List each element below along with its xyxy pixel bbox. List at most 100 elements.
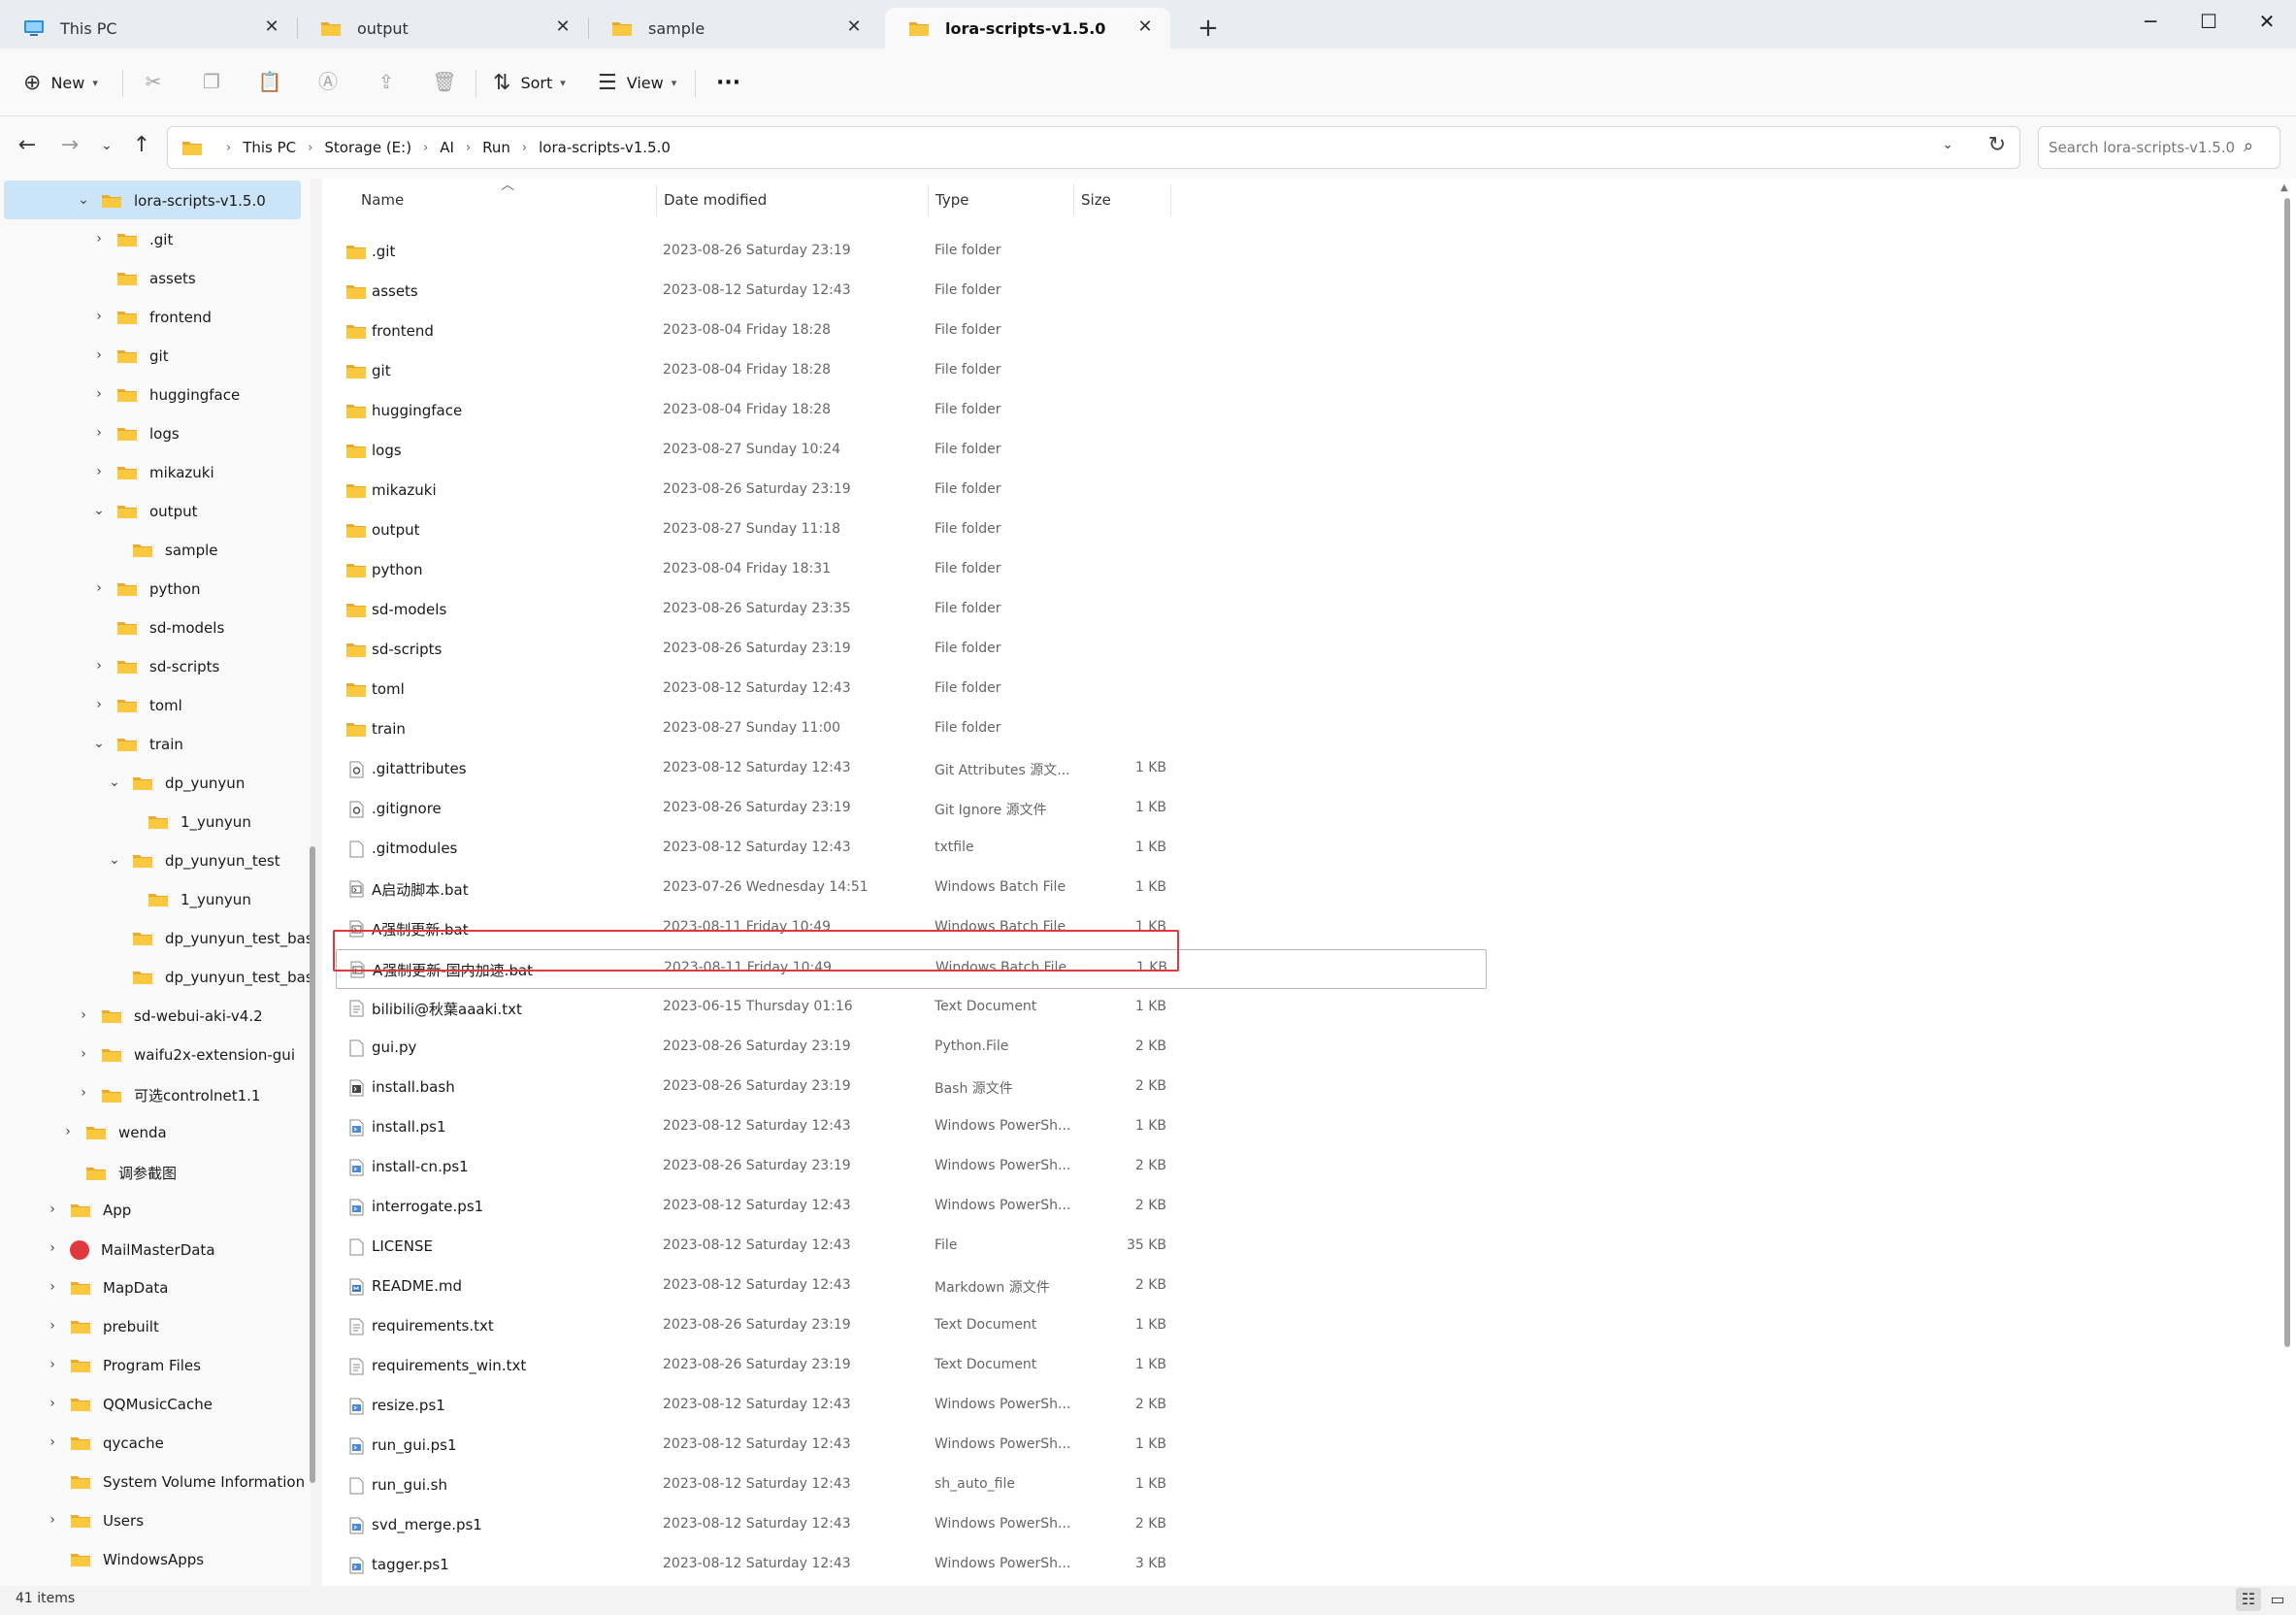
chevron-right-icon[interactable]: ›	[89, 423, 109, 443]
column-divider[interactable]	[1170, 184, 1171, 215]
close-window-button[interactable]: ✕	[2238, 4, 2296, 39]
table-row[interactable]: install.ps1 2023-08-12 Saturday 12:43 Wind…	[336, 1108, 1487, 1148]
chevron-right-icon[interactable]: ›	[89, 578, 109, 598]
view-button[interactable]: ☰ View ▾	[598, 62, 676, 103]
nav-item[interactable]: › sd-webui-aki-v4.2	[0, 996, 311, 1035]
breadcrumb-run[interactable]: Run	[482, 139, 510, 156]
table-row[interactable]: run_gui.sh 2023-08-12 Saturday 12:43 sh_au…	[336, 1467, 1487, 1506]
back-button[interactable]: ←	[12, 130, 43, 161]
table-row[interactable]: train 2023-08-27 Sunday 11:00 File folder	[336, 710, 1487, 750]
details-view-button[interactable]: ☷	[2236, 1588, 2261, 1611]
table-row[interactable]: git 2023-08-04 Friday 18:28 File folder	[336, 352, 1487, 392]
table-row[interactable]: .gitattributes 2023-08-12 Saturday 12:43 G…	[336, 750, 1487, 790]
table-row[interactable]: .gitignore 2023-08-26 Saturday 23:19 Git I…	[336, 790, 1487, 830]
table-row[interactable]: sd-models 2023-08-26 Saturday 23:35 File f…	[336, 591, 1487, 631]
nav-item[interactable]: › MailMasterData	[0, 1229, 311, 1268]
nav-item[interactable]: dp_yunyun_test_base_pic_ou	[0, 957, 311, 996]
column-header-name[interactable]: Name	[361, 179, 404, 221]
nav-item[interactable]: 1_yunyun	[0, 879, 311, 918]
chevron-down-icon[interactable]: ⌄	[74, 190, 93, 210]
nav-item[interactable]: › MapData	[0, 1268, 311, 1306]
nav-item[interactable]: › logs	[0, 413, 311, 452]
chevron-right-icon[interactable]: ›	[43, 1316, 62, 1335]
nav-item[interactable]: › frontend	[0, 297, 311, 336]
nav-item[interactable]: › QQMusicCache	[0, 1384, 311, 1423]
table-row[interactable]: huggingface 2023-08-04 Friday 18:28 File f…	[336, 392, 1487, 432]
sort-button[interactable]: ⇅ Sort ▾	[493, 62, 566, 103]
chevron-down-icon[interactable]: ⌄	[89, 501, 109, 520]
nav-item[interactable]: › Users	[0, 1500, 311, 1539]
tab-sample[interactable]: sample ✕	[588, 8, 879, 49]
copy-icon[interactable]: ❐	[196, 66, 227, 97]
tab-lora-scripts[interactable]: lora-scripts-v1.5.0 ✕	[885, 8, 1170, 49]
up-button[interactable]: ↑	[126, 130, 157, 161]
table-row[interactable]: resize.ps1 2023-08-12 Saturday 12:43 Windo…	[336, 1387, 1487, 1427]
table-row[interactable]: gui.py 2023-08-26 Saturday 23:19 Python.Fi…	[336, 1029, 1487, 1069]
chevron-right-icon[interactable]: ›	[43, 1355, 62, 1374]
new-button[interactable]: ⊕ New ▾	[23, 62, 98, 103]
tab-this-pc[interactable]: This PC ✕	[0, 8, 297, 49]
table-row[interactable]: sd-scripts 2023-08-26 Saturday 23:19 File …	[336, 631, 1487, 671]
chevron-right-icon[interactable]: ›	[43, 1433, 62, 1452]
chevron-right-icon[interactable]: ›	[74, 1083, 93, 1103]
chevron-right-icon[interactable]: ›	[89, 695, 109, 714]
nav-item[interactable]: System Volume Information	[0, 1462, 311, 1500]
recent-locations-button[interactable]: ⌄	[91, 130, 122, 161]
breadcrumb-this-pc[interactable]: This PC	[243, 139, 296, 156]
table-row[interactable]: README.md 2023-08-12 Saturday 12:43 Markdo…	[336, 1268, 1487, 1307]
minimize-button[interactable]: ─	[2121, 4, 2180, 39]
table-row[interactable]: LICENSE 2023-08-12 Saturday 12:43 File 35 K…	[336, 1228, 1487, 1268]
rename-icon[interactable]: Ⓐ	[312, 66, 344, 97]
nav-item[interactable]: › wenda	[0, 1112, 311, 1151]
cut-icon[interactable]: ✂	[138, 66, 169, 97]
table-row[interactable]: interrogate.ps1 2023-08-12 Saturday 12:43…	[336, 1188, 1487, 1228]
table-row[interactable]: output 2023-08-27 Sunday 11:18 File folder	[336, 511, 1487, 551]
nav-item[interactable]: › App	[0, 1190, 311, 1229]
chevron-right-icon[interactable]: ›	[74, 1005, 93, 1025]
nav-item[interactable]: › python	[0, 569, 311, 608]
table-row[interactable]: logs 2023-08-27 Sunday 10:24 File folder	[336, 432, 1487, 472]
table-row[interactable]: frontend 2023-08-04 Friday 18:28 File fold…	[336, 313, 1487, 352]
nav-item[interactable]: sd-models	[0, 608, 311, 646]
table-row[interactable]: run_gui.ps1 2023-08-12 Saturday 12:43 Wind…	[336, 1427, 1487, 1467]
close-icon[interactable]: ✕	[842, 16, 866, 39]
chevron-down-icon[interactable]: ⌄	[89, 734, 109, 753]
chevron-right-icon[interactable]: ›	[74, 1044, 93, 1064]
close-icon[interactable]: ✕	[260, 16, 283, 39]
chevron-down-icon[interactable]: ⌄	[105, 850, 124, 870]
table-row[interactable]: A启动脚本.bat 2023-07-26 Wednesday 14:51 Windo…	[336, 870, 1487, 909]
nav-item[interactable]: ⌄ train	[0, 724, 311, 763]
nav-item[interactable]: › git	[0, 336, 311, 375]
table-row[interactable]: python 2023-08-04 Friday 18:31 File folder	[336, 551, 1487, 591]
column-header-size[interactable]: Size	[1081, 179, 1111, 221]
chevron-right-icon[interactable]: ›	[89, 229, 109, 248]
table-row[interactable]: mikazuki 2023-08-26 Saturday 23:19 File fo…	[336, 472, 1487, 511]
table-row[interactable]: install-cn.ps1 2023-08-26 Saturday 23:19 W…	[336, 1148, 1487, 1188]
column-header-type[interactable]: Type	[935, 179, 968, 221]
column-divider[interactable]	[656, 184, 657, 215]
table-row[interactable]: tagger.ps1 2023-08-12 Saturday 12:43 Windo…	[336, 1546, 1487, 1586]
nav-item[interactable]: assets	[0, 258, 311, 297]
nav-item[interactable]: 1_yunyun	[0, 802, 311, 840]
more-options-button[interactable]: ···	[716, 62, 740, 103]
close-icon[interactable]: ✕	[1133, 16, 1157, 39]
table-row[interactable]: requirements_win.txt 2023-08-26 Saturday …	[336, 1347, 1487, 1387]
address-bar[interactable]: › This PC › Storage (E:) › AI › Run › lo…	[167, 126, 2020, 169]
close-icon[interactable]: ✕	[551, 16, 574, 39]
delete-icon[interactable]: 🗑	[429, 66, 460, 97]
new-tab-button[interactable]: +	[1194, 14, 1223, 43]
breadcrumb-ai[interactable]: AI	[440, 139, 454, 156]
nav-item[interactable]: ⌄ lora-scripts-v1.5.0	[4, 181, 301, 219]
maximize-button[interactable]: ☐	[2180, 4, 2238, 39]
nav-item[interactable]: ⌄ dp_yunyun	[0, 763, 311, 802]
nav-item[interactable]: sample	[0, 530, 311, 569]
nav-item[interactable]: › 可选controlnet1.1	[0, 1073, 311, 1112]
table-row[interactable]: toml 2023-08-12 Saturday 12:43 File folder	[336, 671, 1487, 710]
nav-item[interactable]: ⌄ dp_yunyun_test	[0, 840, 311, 879]
chevron-right-icon[interactable]: ›	[43, 1238, 62, 1258]
content-scrollbar[interactable]	[2284, 198, 2290, 1347]
nav-item[interactable]: dp_yunyun_test_base_pic_in	[0, 918, 311, 957]
forward-button[interactable]: →	[54, 130, 85, 161]
refresh-icon[interactable]: ↻	[1988, 133, 2006, 157]
nav-item[interactable]: WindowsApps	[0, 1539, 311, 1578]
